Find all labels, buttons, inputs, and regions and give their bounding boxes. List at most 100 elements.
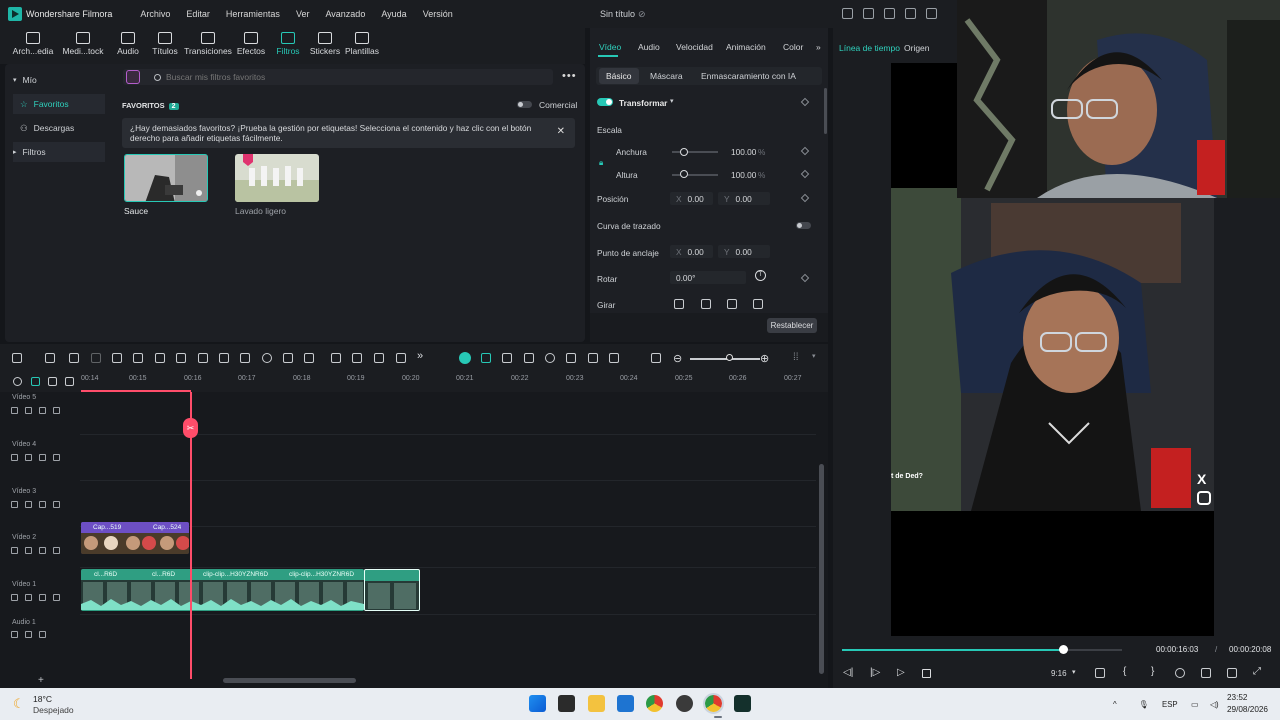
settings-icon[interactable] — [1175, 668, 1185, 678]
color-match-icon[interactable] — [198, 353, 208, 363]
keyframe-icon[interactable] — [800, 169, 810, 179]
fullscreen-icon[interactable]: ⤢ — [1253, 666, 1261, 677]
tab-color[interactable]: Color — [783, 42, 803, 52]
track-audio-icon[interactable] — [25, 454, 32, 461]
tab-video[interactable]: Vídeo — [599, 42, 621, 52]
chevron-up-icon[interactable]: ^ — [1113, 700, 1117, 709]
transform-toggle[interactable] — [597, 98, 613, 106]
rotate-dial-icon[interactable]: T — [755, 270, 766, 281]
eye-icon[interactable] — [53, 547, 60, 554]
snap-icon[interactable] — [481, 353, 491, 363]
filmora-taskbar-icon[interactable] — [734, 695, 751, 712]
commercial-toggle[interactable] — [517, 101, 532, 108]
chevron-down-icon[interactable]: ▾ — [1072, 668, 1076, 676]
previous-frame-icon[interactable]: ◁| — [843, 667, 853, 678]
rotate-left-icon[interactable] — [727, 299, 737, 309]
microphone-icon[interactable]: 🎙︎ — [1139, 700, 1149, 709]
magnet-icon[interactable] — [48, 377, 57, 386]
subtab-mask[interactable]: Máscara — [650, 71, 683, 81]
more-options-icon[interactable]: ••• — [562, 70, 577, 82]
track-audio-icon[interactable] — [25, 547, 32, 554]
tab-timeline-preview[interactable]: Línea de tiempo — [839, 43, 900, 53]
sidebar-item-descargas[interactable]: ⚇ Descargas — [13, 118, 105, 138]
video-clip-group[interactable]: cl...R6D cl...R6D clip-clip...H30YZNR6D … — [81, 569, 364, 611]
width-slider-knob[interactable] — [680, 148, 688, 156]
keyframe-icon[interactable] — [800, 97, 810, 107]
reset-button[interactable]: Restablecer — [767, 318, 817, 333]
language-indicator[interactable]: ESP — [1162, 700, 1178, 709]
weather-temperature[interactable]: 18°C — [33, 694, 52, 704]
chevron-down-icon[interactable]: ▾ — [812, 352, 816, 360]
tab-animation[interactable]: Animación — [726, 42, 766, 52]
chrome-icon[interactable] — [646, 695, 663, 712]
weather-description[interactable]: Despejado — [33, 705, 74, 715]
search-input[interactable] — [166, 72, 526, 82]
ai-portrait-icon[interactable] — [352, 353, 362, 363]
sidebar-item-mio[interactable]: ▾ Mío — [13, 70, 105, 90]
microphone-icon[interactable] — [588, 353, 598, 363]
tab-source-preview[interactable]: Origen — [904, 43, 930, 53]
link-icon[interactable] — [31, 377, 40, 386]
rotate-input[interactable]: 0.00° — [670, 271, 746, 284]
props-scrollbar[interactable] — [824, 88, 827, 134]
keyframe-icon[interactable] — [800, 193, 810, 203]
crop-icon[interactable] — [155, 353, 165, 363]
height-slider-knob[interactable] — [680, 170, 688, 178]
send-icon[interactable] — [863, 8, 874, 19]
volume-icon[interactable]: ◁) — [1210, 700, 1219, 709]
eye-icon[interactable] — [53, 594, 60, 601]
track-edit-icon[interactable] — [39, 501, 46, 508]
timeline-vertical-scrollbar[interactable] — [819, 464, 824, 674]
export-icon[interactable] — [926, 8, 937, 19]
menu-version[interactable]: Versión — [423, 9, 453, 19]
keyframe-icon[interactable] — [800, 273, 810, 283]
timeline-horizontal-scrollbar[interactable] — [223, 678, 356, 683]
zoom-slider-knob[interactable] — [726, 354, 733, 361]
close-icon[interactable]: ✕ — [557, 127, 565, 137]
detect-icon[interactable] — [396, 353, 406, 363]
delete-icon[interactable] — [112, 353, 122, 363]
menu-ver[interactable]: Ver — [296, 9, 310, 19]
camera-icon[interactable] — [1201, 668, 1211, 678]
preview-progress-knob[interactable] — [1059, 645, 1069, 654]
track-add-icon[interactable] — [65, 377, 74, 386]
tab-project-media[interactable]: Arch...edia — [8, 30, 58, 56]
subtab-ai-mask[interactable]: Enmascaramiento con IA — [701, 71, 796, 81]
anchor-y-input[interactable]: Y 0.00 — [718, 245, 770, 258]
file-explorer-icon[interactable] — [588, 695, 605, 712]
tab-audio-props[interactable]: Audio — [638, 42, 660, 52]
split-audio-icon[interactable] — [331, 353, 341, 363]
speed-icon[interactable] — [262, 353, 272, 363]
tab-stock-media[interactable]: Medi...tock — [58, 30, 108, 56]
grid-menu-icon[interactable]: ⁞⁞ — [793, 352, 799, 363]
zoom-slider[interactable] — [690, 358, 760, 360]
add-track-icon[interactable]: + — [38, 675, 44, 686]
timeline-ruler[interactable]: 00:14 00:15 00:16 00:17 00:18 00:19 00:2… — [0, 372, 828, 392]
play-icon[interactable]: ▷ — [897, 667, 905, 678]
tag-filter-icon[interactable] — [126, 70, 140, 84]
replace-icon[interactable] — [524, 353, 534, 363]
track-audio-icon[interactable] — [25, 501, 32, 508]
stop-icon[interactable] — [922, 669, 931, 678]
track-edit-icon[interactable] — [39, 547, 46, 554]
lock-icon[interactable]: 🔒︎ — [599, 158, 603, 168]
undo-icon[interactable] — [69, 353, 79, 363]
chevron-right-icon[interactable]: » — [816, 42, 821, 52]
obs-icon[interactable] — [676, 695, 693, 712]
chevron-down-icon[interactable]: ▾ — [670, 97, 674, 105]
height-slider[interactable] — [672, 174, 718, 176]
filter-thumb-sauce[interactable] — [124, 154, 208, 202]
stabilize-icon[interactable] — [374, 353, 384, 363]
sidebar-item-favoritos[interactable]: ☆ Favoritos — [13, 94, 105, 114]
aspect-ratio-select[interactable]: 9:16 — [1051, 669, 1067, 678]
zoom-in-icon[interactable]: ⊕ — [760, 352, 769, 365]
position-x-input[interactable]: X 0.00 — [670, 192, 713, 205]
fit-icon[interactable] — [304, 353, 314, 363]
anchor-x-input[interactable]: X 0.00 — [670, 245, 713, 258]
redo-icon[interactable] — [91, 353, 101, 363]
more-tools-icon[interactable]: » — [417, 350, 423, 362]
track-lock-icon[interactable] — [11, 454, 18, 461]
network-icon[interactable]: ▭ — [1191, 700, 1198, 709]
gift-icon[interactable] — [842, 8, 853, 19]
track-edit-icon[interactable] — [39, 454, 46, 461]
